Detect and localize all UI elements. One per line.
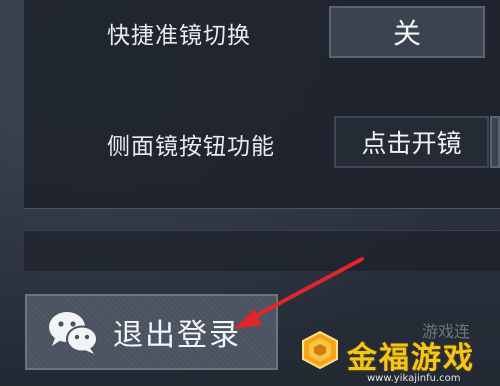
wechat-icon [49, 312, 98, 354]
watermark-logo-icon [302, 330, 338, 370]
quick-scope-switch-value: 关 [392, 17, 421, 50]
quick-scope-switch-toggle[interactable]: 关 [329, 6, 485, 58]
watermark-url: www.yikajinfu.com [367, 373, 461, 384]
red-arrow-annotation [234, 257, 364, 329]
watermark-title: 金福游戏 [347, 341, 475, 376]
side-scope-button-select[interactable]: 点击开镜 [334, 116, 489, 168]
quick-scope-switch-label: 快捷准镜切换 [107, 23, 251, 49]
side-scope-option-next[interactable] [490, 116, 500, 168]
side-scope-button-label: 侧面镜按钮功能 [107, 134, 275, 160]
side-scope-button-value: 点击开镜 [361, 129, 462, 158]
